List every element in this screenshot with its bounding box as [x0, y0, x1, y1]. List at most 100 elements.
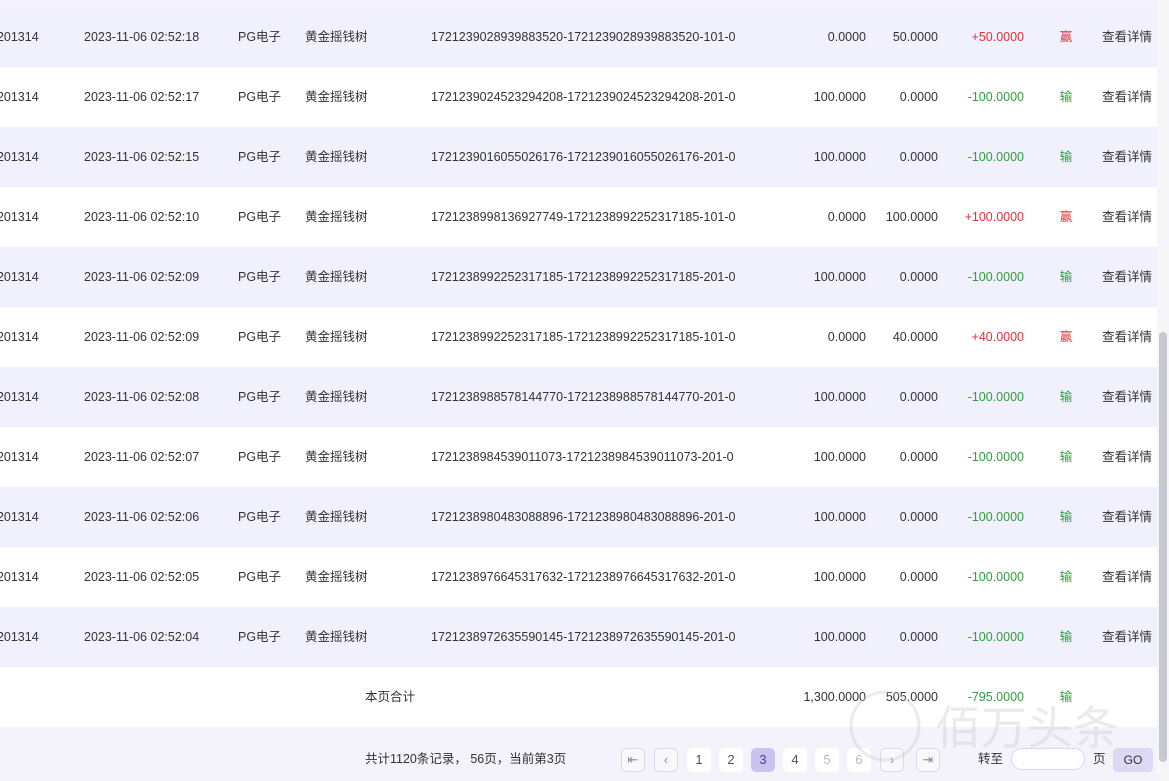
account-id: 5201314: [0, 510, 39, 524]
account-id: 5201314: [0, 150, 39, 164]
view-details-link[interactable]: 查看详情: [1102, 427, 1152, 487]
bet-time: 2023-11-06 02:52:09: [84, 270, 200, 284]
platform: PG电子: [238, 450, 282, 464]
account-id: 5201314: [0, 330, 39, 344]
profit-amount: -100.0000: [967, 630, 1024, 644]
page-button-6[interactable]: 6: [847, 748, 871, 772]
next-page-button[interactable]: ›: [880, 748, 904, 772]
view-details-link[interactable]: 查看详情: [1102, 187, 1152, 247]
payout-amount: 0.0000: [899, 150, 938, 164]
bet-amount: 100.0000: [813, 390, 866, 404]
view-details-link[interactable]: 查看详情: [1102, 307, 1152, 367]
payout-amount: 40.0000: [892, 330, 938, 344]
page-button-1[interactable]: 1: [687, 748, 711, 772]
payout-amount: 100.0000: [885, 210, 938, 224]
bet-amount: 0.0000: [827, 30, 866, 44]
go-button[interactable]: GO: [1113, 748, 1153, 772]
view-details-link[interactable]: 查看详情: [1102, 67, 1152, 127]
order-id: 1721238988578144770-1721238988578144770-…: [431, 390, 736, 404]
page-unit-label: 页: [1093, 752, 1106, 766]
table-row: 5201314 2023-11-06 02:52:15 PG电子 黄金摇钱树 17212…: [0, 127, 1157, 187]
bet-time: 2023-11-06 02:52:18: [84, 30, 200, 44]
table-row: 5201314 2023-11-06 02:52:08 PG电子 黄金摇钱树 17212…: [0, 367, 1157, 427]
order-id: 1721238984539011073-1721238984539011073-…: [431, 450, 734, 464]
bet-amount: 100.0000: [813, 150, 866, 164]
platform: PG电子: [238, 630, 282, 644]
platform: PG电子: [238, 150, 282, 164]
page-button-5[interactable]: 5: [815, 748, 839, 772]
game-name: 黄金摇钱树: [305, 630, 368, 644]
view-details-link[interactable]: 查看详情: [1102, 7, 1152, 67]
table-row: 5201314 2023-11-06 02:52:05 PG电子 黄金摇钱树 17212…: [0, 547, 1157, 607]
bet-amount: 100.0000: [813, 90, 866, 104]
bet-time: 2023-11-06 02:52:09: [84, 330, 200, 344]
bet-amount: 0.0000: [827, 210, 866, 224]
order-id: 1721238976645317632-1721238976645317632-…: [431, 570, 736, 584]
first-page-button[interactable]: ⇤: [621, 748, 645, 772]
profit-amount: -100.0000: [967, 450, 1024, 464]
game-name: 黄金摇钱树: [305, 330, 368, 344]
order-id: 1721239016055026176-1721239016055026176-…: [431, 150, 736, 164]
view-details-link[interactable]: 查看详情: [1102, 547, 1152, 607]
table-row: 5201314 2023-11-06 02:52:17 PG电子 黄金摇钱树 17212…: [0, 67, 1157, 127]
bet-time: 2023-11-06 02:52:04: [84, 630, 200, 644]
payout-amount: 0.0000: [899, 510, 938, 524]
table-row: 5201314 2023-11-06 02:52:10 PG电子 黄金摇钱树 17212…: [0, 187, 1157, 247]
result-badge: 输: [1059, 270, 1073, 284]
page-button-4[interactable]: 4: [783, 748, 807, 772]
last-page-button[interactable]: ⇥: [916, 748, 940, 772]
platform: PG电子: [238, 210, 282, 224]
jump-page-input[interactable]: [1011, 748, 1085, 770]
game-name: 黄金摇钱树: [305, 270, 368, 284]
account-id: 5201314: [0, 90, 39, 104]
scrollbar-thumb[interactable]: [1159, 332, 1167, 762]
subtotal-result: 输: [1059, 690, 1073, 704]
bet-time: 2023-11-06 02:52:08: [84, 390, 200, 404]
bet-records-table: 52013142023-11-06 02:52:18PG电子黄金摇钱树17212…: [0, 7, 1157, 727]
profit-amount: -100.0000: [967, 270, 1024, 284]
account-id: 5201314: [0, 30, 39, 44]
profit-amount: -100.0000: [967, 510, 1024, 524]
game-name: 黄金摇钱树: [305, 510, 368, 524]
result-badge: 输: [1059, 630, 1073, 644]
profit-amount: -100.0000: [967, 150, 1024, 164]
subtotal-bet: 1,300.0000: [803, 690, 866, 704]
profit-amount: +40.0000: [971, 330, 1024, 344]
view-details-link[interactable]: 查看详情: [1102, 127, 1152, 187]
result-badge: 输: [1059, 90, 1073, 104]
order-id: 1721239024523294208-1721239024523294208-…: [431, 90, 736, 104]
profit-amount: -100.0000: [967, 570, 1024, 584]
order-id: 1721239028939883520-1721239028939883520-…: [431, 30, 736, 44]
pagination-summary: 共计1120条记录， 56页，当前第3页: [365, 752, 567, 766]
account-id: 5201314: [0, 450, 39, 464]
bet-time: 2023-11-06 02:52:17: [84, 90, 200, 104]
page-button-3[interactable]: 3: [751, 748, 775, 772]
payout-amount: 0.0000: [899, 390, 938, 404]
account-id: 5201314: [0, 570, 39, 584]
subtotal-row: 本页合计 1,300.0000 505.0000 -795.0000 输: [0, 667, 1157, 727]
result-badge: 赢: [1059, 210, 1073, 224]
result-badge: 输: [1059, 510, 1073, 524]
account-id: 5201314: [0, 390, 39, 404]
order-id: 1721238972635590145-1721238972635590145-…: [431, 630, 736, 644]
payout-amount: 0.0000: [899, 450, 938, 464]
platform: PG电子: [238, 90, 282, 104]
result-badge: 赢: [1059, 330, 1073, 344]
platform: PG电子: [238, 390, 282, 404]
page-button-2[interactable]: 2: [719, 748, 743, 772]
result-badge: 输: [1059, 390, 1073, 404]
payout-amount: 50.0000: [892, 30, 938, 44]
view-details-link[interactable]: 查看详情: [1102, 607, 1152, 667]
result-badge: 输: [1059, 450, 1073, 464]
profit-amount: -100.0000: [967, 90, 1024, 104]
view-details-link[interactable]: 查看详情: [1102, 247, 1152, 307]
prev-page-button[interactable]: ‹: [654, 748, 678, 772]
profit-amount: +100.0000: [964, 210, 1024, 224]
result-badge: 输: [1059, 570, 1073, 584]
game-name: 黄金摇钱树: [305, 90, 368, 104]
view-details-link[interactable]: 查看详情: [1102, 367, 1152, 427]
game-name: 黄金摇钱树: [305, 210, 368, 224]
table-row: 5201314 2023-11-06 02:52:06 PG电子 黄金摇钱树 17212…: [0, 487, 1157, 547]
view-details-link[interactable]: 查看详情: [1102, 487, 1152, 547]
payout-amount: 0.0000: [899, 630, 938, 644]
